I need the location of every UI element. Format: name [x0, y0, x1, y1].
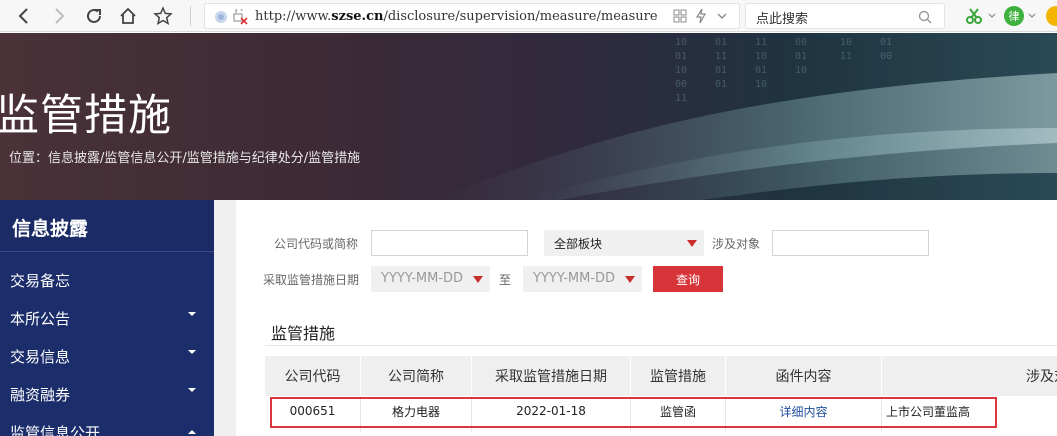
dropdown-arrow-icon [625, 276, 635, 283]
svg-text:10: 10 [675, 65, 687, 76]
breadcrumb: 位置：信息披露/监管信息公开/监管措施与纪律处分/监管措施 [9, 151, 361, 166]
svg-text:11: 11 [675, 93, 687, 104]
browser-search-box[interactable]: 点此搜索 [745, 3, 945, 29]
sidebar-item-exchange-announcements[interactable]: 本所公告 [0, 299, 214, 337]
dropdown-arrow-icon [473, 276, 483, 283]
start-date-placeholder: YYYY-MM-DD [381, 271, 464, 286]
svg-text:11: 11 [840, 51, 852, 62]
company-code-input[interactable] [371, 230, 528, 256]
row-highlight-box [270, 397, 997, 428]
date-label: 采取监管措施日期 [263, 273, 360, 287]
svg-text:10: 10 [795, 65, 807, 76]
address-bar[interactable]: http://www.szse.cn/disclosure/supervisio… [204, 3, 740, 29]
content-gutter [214, 200, 236, 436]
profile-letter: 律 [1008, 10, 1020, 23]
insecure-icon[interactable] [232, 9, 248, 25]
svg-text:01: 01 [795, 51, 807, 62]
browser-toolbar: http://www.szse.cn/disclosure/supervisio… [0, 0, 1057, 32]
page-title: 监管措施 [0, 91, 172, 141]
chevron-down-icon[interactable] [717, 12, 727, 20]
chevron-down-icon[interactable] [988, 13, 996, 19]
section-title: 监管措施 [271, 324, 336, 343]
reload-icon [87, 8, 101, 23]
table-header: 公司代码 公司简称 采取监管措施日期 监管措施 函件内容 涉及对象 [265, 356, 1057, 396]
svg-text:01: 01 [715, 37, 727, 48]
sidebar-item-label: 本所公告 [10, 310, 71, 328]
lightning-icon[interactable] [695, 8, 707, 24]
section-divider [265, 345, 1057, 346]
sidebar-item-margin-trading[interactable]: 融资融券 [0, 375, 214, 413]
svg-text:00: 00 [880, 51, 892, 62]
column-header: 公司简称 [388, 369, 444, 385]
caret-down-icon [188, 388, 196, 392]
svg-text:01: 01 [880, 37, 892, 48]
svg-text:11: 11 [755, 37, 767, 48]
start-date-picker[interactable]: YYYY-MM-DD [371, 266, 490, 292]
back-button[interactable] [10, 2, 38, 30]
svg-text:10: 10 [755, 51, 767, 62]
dropdown-arrow-icon [687, 240, 697, 247]
profile-avatar[interactable]: 律 [1004, 6, 1024, 26]
site-icon [215, 11, 227, 23]
reload-button[interactable] [80, 2, 108, 30]
target-label: 涉及对象 [712, 237, 761, 251]
page-banner: 10 01 10 00 11 01 11 01 01 11 10 01 10 00 01 10 10 11… [0, 33, 1057, 200]
url-text: http://www.szse.cn/disclosure/supervisio… [255, 9, 658, 24]
home-icon [120, 7, 136, 24]
company-code-label: 公司代码或简称 [274, 237, 359, 251]
sidebar-item-regulatory-info[interactable]: 监管信息公开 [0, 413, 214, 436]
column-header: 函件内容 [775, 369, 832, 385]
date-range-separator: 至 [499, 273, 512, 287]
forward-button[interactable] [45, 2, 73, 30]
search-icon[interactable] [918, 10, 932, 24]
column-header: 公司代码 [284, 369, 341, 385]
board-select-value: 全部板块 [554, 237, 603, 251]
svg-text:01: 01 [715, 79, 727, 90]
svg-text:00: 00 [795, 37, 807, 48]
sidebar-title-text: 信息披露 [12, 218, 89, 240]
svg-text:10: 10 [755, 79, 767, 90]
end-date-placeholder: YYYY-MM-DD [533, 271, 616, 286]
caret-down-icon [188, 350, 196, 354]
forward-icon [55, 8, 65, 24]
sidebar-title: 信息披露 [0, 200, 214, 252]
chevron-down-icon[interactable] [1028, 13, 1036, 19]
svg-text:10: 10 [675, 37, 687, 48]
star-icon [153, 6, 173, 26]
toolbar-divider [190, 6, 191, 26]
grid-icon[interactable] [673, 9, 687, 23]
sidebar-item-label: 监管信息公开 [10, 424, 101, 436]
sidebar-item-label: 融资融券 [10, 386, 71, 404]
bookmark-button[interactable] [149, 2, 177, 30]
svg-text:00: 00 [675, 79, 687, 90]
scissors-icon[interactable] [965, 7, 983, 25]
sidebar-item-label: 交易信息 [10, 348, 71, 366]
back-icon [18, 8, 28, 24]
caret-down-icon [188, 312, 196, 316]
svg-text:01: 01 [755, 65, 767, 76]
sidebar-item-trading-info[interactable]: 交易信息 [0, 337, 214, 375]
column-header: 采取监管措施日期 [495, 369, 607, 385]
sidebar-item-trading-memo[interactable]: 交易备忘 [0, 261, 214, 299]
svg-text:01: 01 [715, 65, 727, 76]
svg-text:01: 01 [675, 51, 687, 62]
column-header: 涉及对象 [1026, 369, 1057, 385]
svg-text:10: 10 [840, 37, 852, 48]
sidebar: 信息披露 交易备忘 本所公告 交易信息 融资融券 监管信息公开 [0, 200, 214, 436]
extension-icon[interactable] [1046, 6, 1057, 26]
caret-up-icon [188, 430, 196, 434]
home-button[interactable] [114, 2, 142, 30]
query-button[interactable]: 查询 [653, 266, 723, 292]
search-placeholder: 点此搜索 [756, 12, 809, 27]
board-select[interactable]: 全部板块 [544, 230, 704, 256]
target-input[interactable] [772, 230, 929, 256]
end-date-picker[interactable]: YYYY-MM-DD [523, 266, 642, 292]
sidebar-item-label: 交易备忘 [10, 272, 71, 290]
svg-text:11: 11 [715, 51, 727, 62]
column-header: 监管措施 [650, 369, 706, 385]
